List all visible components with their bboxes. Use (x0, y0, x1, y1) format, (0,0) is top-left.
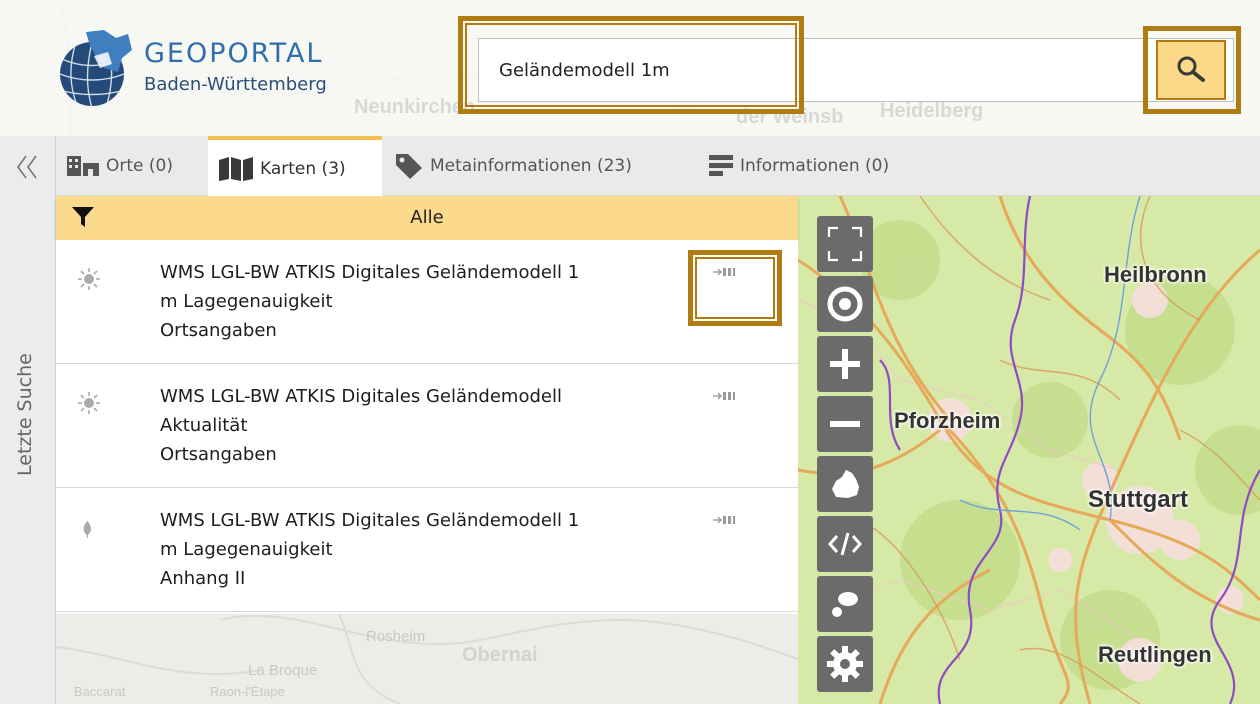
tab-metainformationen-label: Metainformationen (23) (430, 156, 632, 176)
map-label-baccarat: Baccarat (74, 684, 126, 699)
search-button[interactable] (1156, 40, 1226, 100)
result-tabs: Orte (0) Karten (3) Metainformationen (2… (56, 136, 1260, 197)
map-label-stuttgart: Stuttgart (1088, 486, 1188, 513)
tab-informationen[interactable]: Informationen (0) (708, 136, 958, 196)
result-title-line2: Aktualität (160, 415, 248, 436)
result-title-line1: WMS LGL-BW ATKIS Digitales Geländemodell (160, 386, 562, 407)
zoom-in-button[interactable] (817, 336, 873, 392)
tab-metainformationen[interactable]: Metainformationen (23) (394, 136, 686, 196)
fullscreen-button[interactable] (817, 216, 873, 272)
tab-orte[interactable]: Orte (0) (66, 136, 206, 196)
logo-title: GEOPORTAL (144, 38, 324, 69)
tab-karten[interactable]: Karten (3) (208, 136, 382, 197)
result-item[interactable]: WMS LGL-BW ATKIS Digitales Geländemodell… (56, 364, 798, 488)
result-category: Ortsangaben (160, 444, 277, 465)
minus-icon (830, 421, 860, 427)
home-extent-button[interactable] (817, 456, 873, 512)
filter-icon[interactable] (70, 204, 96, 230)
settings-button[interactable] (817, 636, 873, 692)
add-layer-icon[interactable] (712, 512, 738, 528)
map-label-reutlingen: Reutlingen (1098, 642, 1212, 667)
tab-informationen-label: Informationen (0) (740, 156, 890, 176)
result-title-line2: m Lagegenauigkeit (160, 539, 333, 560)
map-label-obernai: Obernai (462, 644, 538, 666)
map-label-neunkirchen: Neunkirchen (354, 96, 476, 118)
code-icon (828, 532, 862, 556)
result-item[interactable]: WMS LGL-BW ATKIS Digitales Geländemodell… (56, 488, 798, 612)
leaf-icon (83, 520, 92, 538)
map-label-heidelberg: Heidelberg (880, 100, 984, 122)
recent-search-label[interactable]: Letzte Suche (14, 336, 36, 476)
map-icon (218, 156, 254, 182)
tab-orte-label: Orte (0) (106, 156, 173, 176)
locate-button[interactable] (817, 276, 873, 332)
legend-button[interactable] (817, 576, 873, 632)
state-outline-icon (832, 470, 859, 498)
geoportal-logo[interactable]: GEOPORTAL Baden-Württemberg (56, 28, 356, 112)
result-category: Ortsangaben (160, 320, 277, 341)
result-title-line2: m Lagegenauigkeit (160, 291, 333, 312)
recent-search-sidebar: Letzte Suche (0, 136, 56, 704)
gear-icon (827, 646, 863, 682)
add-layer-highlight-frame (688, 250, 782, 326)
globe-logo-icon (60, 30, 132, 106)
bubbles-icon (832, 592, 858, 617)
tab-karten-label: Karten (3) (260, 158, 346, 179)
document-icon (708, 154, 734, 178)
target-icon (827, 286, 863, 322)
sun-icon (78, 392, 100, 414)
result-item[interactable]: WMS LGL-BW ATKIS Digitales Geländemodell… (56, 240, 798, 364)
filter-label: Alle (410, 207, 444, 228)
embed-code-button[interactable] (817, 516, 873, 572)
double-chevron-left-icon (17, 155, 37, 179)
map-label-la-broque: La Broque (248, 662, 318, 679)
result-title-line1: WMS LGL-BW ATKIS Digitales Geländemodell… (160, 262, 580, 283)
result-title-line1: WMS LGL-BW ATKIS Digitales Geländemodell… (160, 510, 580, 531)
buildings-icon (66, 155, 100, 177)
sun-icon (78, 268, 100, 290)
map-label-rosheim: Rosheim (366, 628, 426, 645)
fullscreen-icon (827, 226, 863, 262)
magnifier-icon (1177, 56, 1205, 82)
tag-icon (394, 152, 424, 180)
add-layer-icon[interactable] (712, 388, 738, 404)
filter-bar[interactable]: Alle (56, 196, 798, 240)
results-panel: Alle WMS LGL-BW ATKIS Digitales Geländem… (56, 196, 798, 614)
collapse-panel-button[interactable] (12, 152, 42, 186)
plus-icon (830, 349, 860, 379)
map-label-raon: Raon-l'Étape (210, 684, 285, 699)
logo-subtitle: Baden-Württemberg (144, 74, 327, 95)
map-label-heilbronn: Heilbronn (1104, 262, 1207, 287)
zoom-out-button[interactable] (817, 396, 873, 452)
search-highlight-frame (458, 16, 804, 114)
result-category: Anhang II (160, 568, 246, 589)
map-label-pforzheim: Pforzheim (894, 408, 1001, 433)
